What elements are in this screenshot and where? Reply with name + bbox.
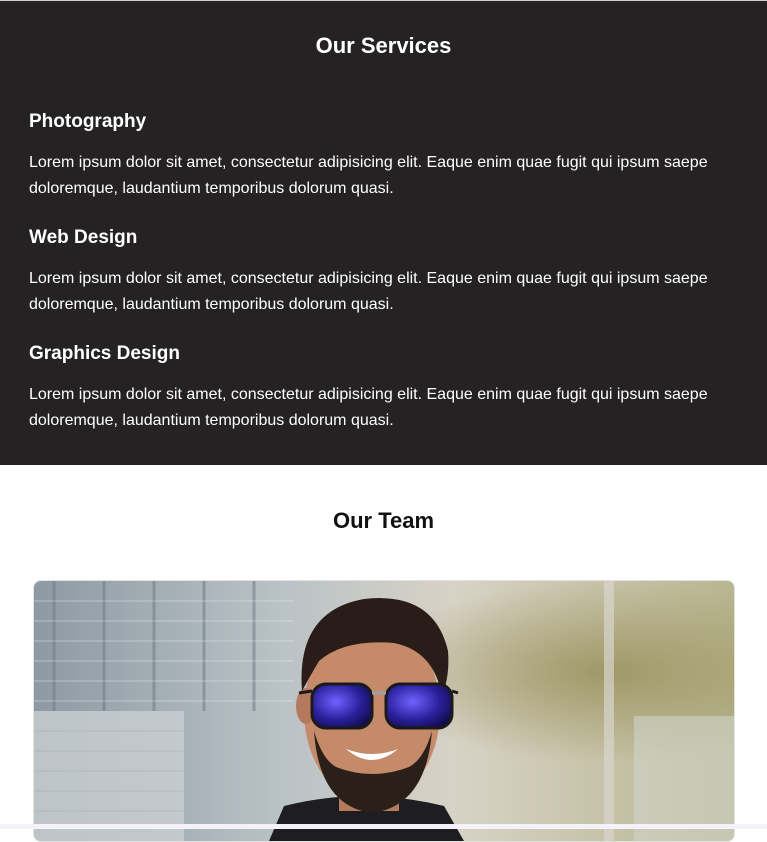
service-heading: Photography <box>29 111 147 132</box>
service-web-design: Web Design Lorem ipsum dolor sit amet, c… <box>29 226 729 318</box>
team-title: Our Team <box>332 508 435 533</box>
services-title: Our Services <box>315 33 452 58</box>
service-photography: Photography Lorem ipsum dolor sit amet, … <box>29 110 729 202</box>
service-description: Lorem ipsum dolor sit amet, consectetur … <box>29 154 708 197</box>
service-description: Lorem ipsum dolor sit amet, consectetur … <box>29 270 708 313</box>
service-graphics-design: Graphics Design Lorem ipsum dolor sit am… <box>29 342 729 434</box>
team-member-photo <box>33 580 735 842</box>
services-section: Our Services Photography Lorem ipsum dol… <box>0 0 767 465</box>
service-heading: Graphics Design <box>29 343 180 364</box>
team-member-image <box>34 581 734 841</box>
service-heading: Web Design <box>29 227 138 248</box>
service-description: Lorem ipsum dolor sit amet, consectetur … <box>29 386 708 429</box>
bottom-divider <box>0 824 767 829</box>
